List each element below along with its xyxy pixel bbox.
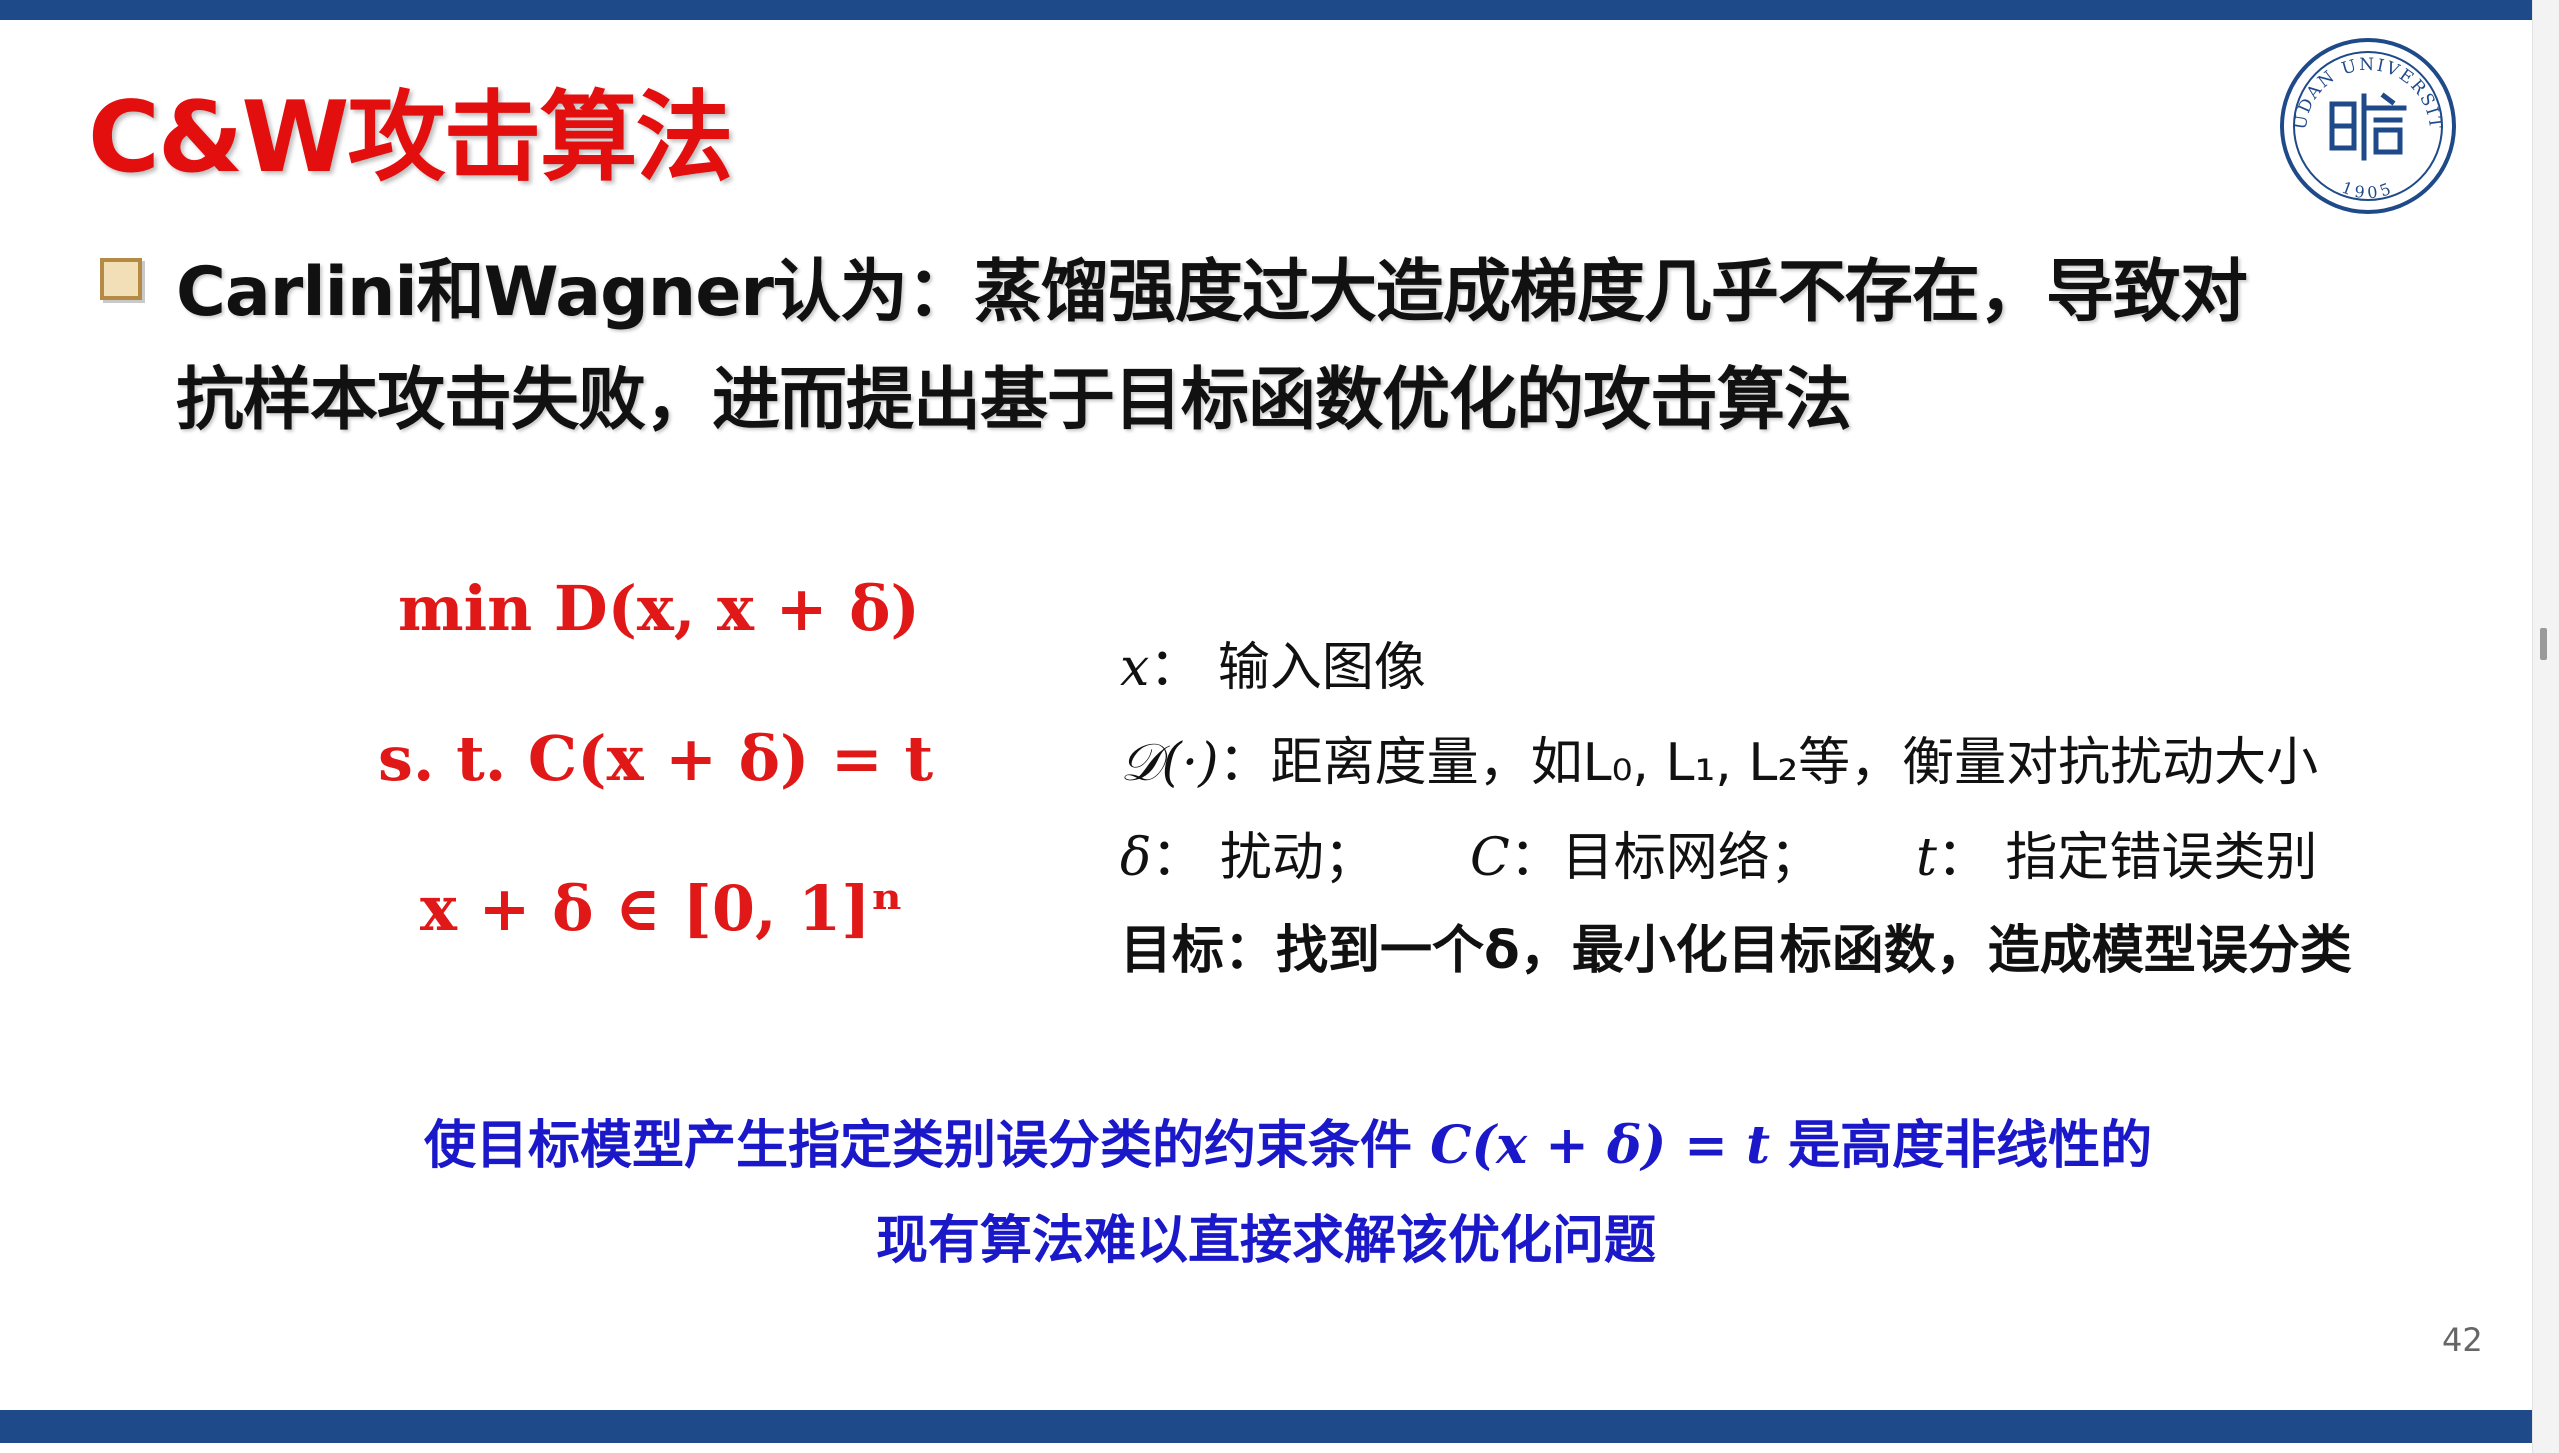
formula-objective: min D(x, x + δ) bbox=[398, 572, 920, 645]
definition-distance: 𝒟(·)：距离度量，如L₀, L₁, L₂等，衡量对抗扰动大小 bbox=[1120, 720, 2318, 795]
note-line-1: 使目标模型产生指定类别误分类的约束条件 C(x + δ) = t 是高度非线性的 bbox=[424, 1103, 2152, 1178]
definition-x-text: ： 输入图像 bbox=[1149, 638, 1426, 698]
symbol-delta: δ bbox=[1120, 828, 1152, 888]
slide-title: C&W攻击算法 bbox=[88, 81, 733, 195]
formula-constraint: s. t. C(x + δ) = t bbox=[378, 722, 934, 795]
top-accent-bar bbox=[0, 0, 2532, 20]
goal-statement: 目标：找到一个δ，最小化目标函数，造成模型误分类 bbox=[1120, 921, 2352, 981]
note-line-1-pre: 使目标模型产生指定类别误分类的约束条件 bbox=[424, 1116, 1431, 1176]
definition-delta: δ： 扰动； bbox=[1120, 815, 1376, 890]
formula-box-constraint: x + δ ∈ [0, 1]ⁿ bbox=[420, 872, 903, 945]
definition-c: C：目标网络； bbox=[1470, 815, 1822, 890]
definition-distance-text: ：距离度量，如L₀, L₁, L₂等，衡量对抗扰动大小 bbox=[1218, 733, 2319, 793]
symbol-x: x bbox=[1120, 638, 1150, 698]
symbol-c: C bbox=[1470, 828, 1510, 888]
note-formula: C(x + δ) = t bbox=[1430, 1115, 1770, 1176]
symbol-t: t bbox=[1916, 828, 1937, 888]
bullet-square-icon bbox=[100, 258, 142, 300]
bullet-text-line-2: 抗样本攻击失败，进而提出基于目标函数优化的攻击算法 bbox=[176, 361, 1852, 440]
definition-t-text: ： 指定错误类别 bbox=[1936, 828, 2318, 888]
symbol-distance: 𝒟(·) bbox=[1120, 733, 1219, 793]
bottom-accent-bar bbox=[0, 1410, 2532, 1443]
side-scroll-gutter[interactable] bbox=[2532, 0, 2559, 1453]
page-number: 42 bbox=[2442, 1321, 2483, 1359]
note-line-2: 现有算法难以直接求解该优化问题 bbox=[876, 1211, 1657, 1271]
note-line-1-post: 是高度非线性的 bbox=[1769, 1116, 2153, 1176]
definition-delta-text: ： 扰动； bbox=[1151, 828, 1376, 888]
bullet-text-line-1: Carlini和Wagner认为：蒸馏强度过大造成梯度几乎不存在，导致对 bbox=[176, 253, 2248, 332]
definition-t: t： 指定错误类别 bbox=[1916, 815, 2317, 890]
scrollbar-thumb[interactable] bbox=[2540, 628, 2547, 660]
bottom-margin bbox=[0, 1443, 2559, 1453]
definition-c-text: ：目标网络； bbox=[1509, 828, 1822, 888]
definition-x: x： 输入图像 bbox=[1120, 625, 1426, 700]
fudan-university-logo: FUDAN UNIVERSITY 1905 bbox=[2278, 36, 2456, 214]
